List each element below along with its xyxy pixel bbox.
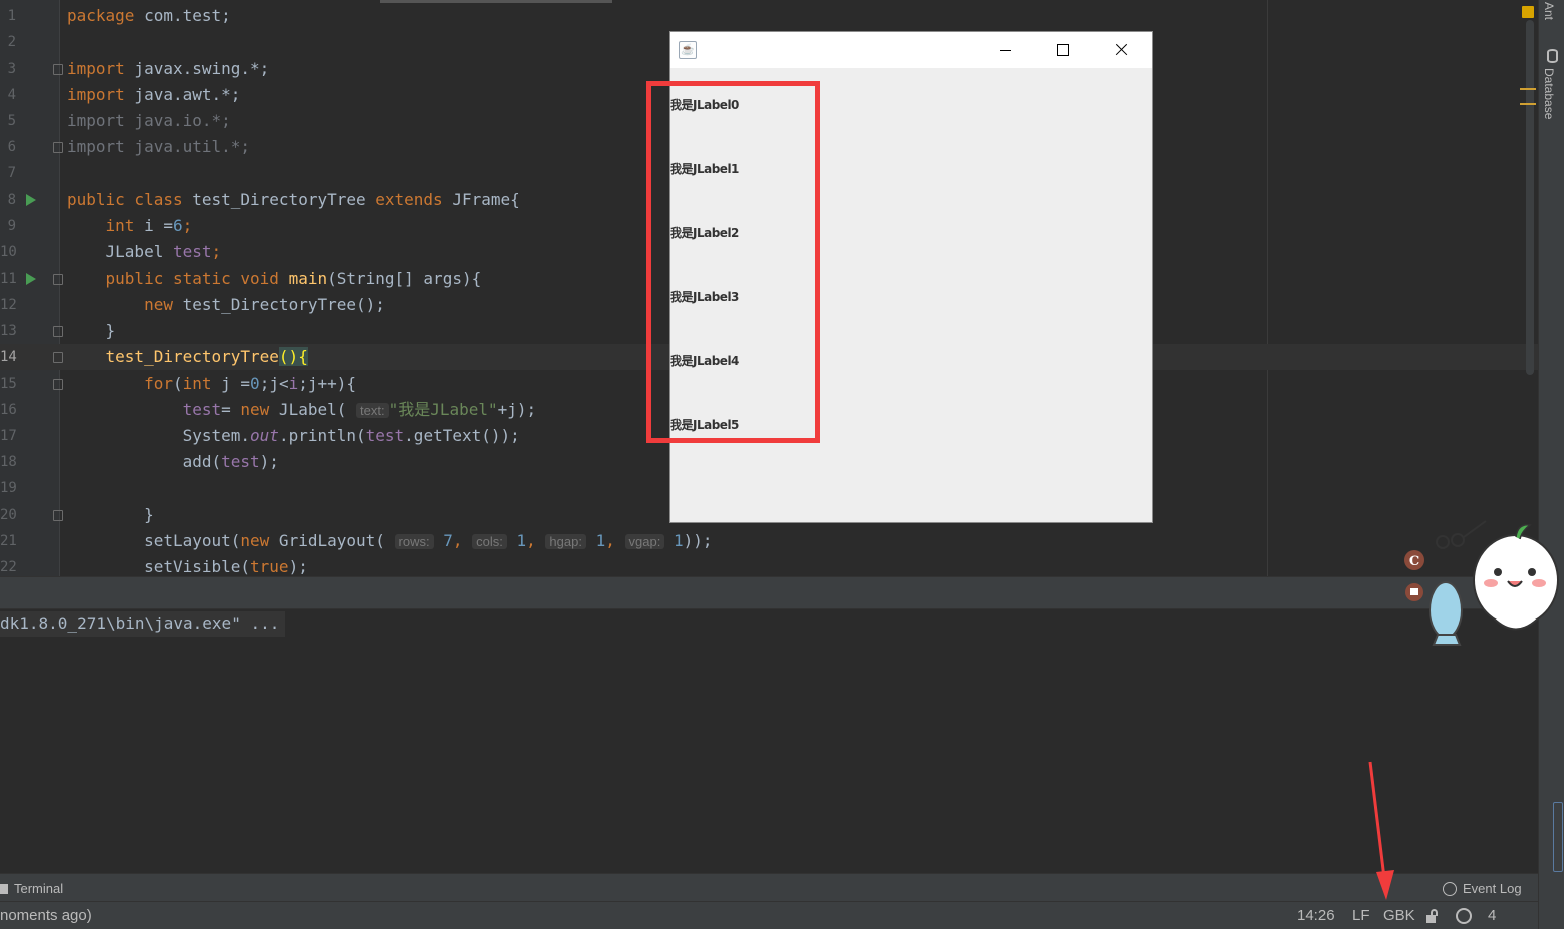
line-number: 11: [0, 271, 17, 287]
param-hint: vgap:: [624, 534, 665, 549]
indent-setting[interactable]: 4 spaces: [1488, 907, 1538, 929]
line-number: 10: [0, 244, 17, 260]
param-hint: text:: [356, 403, 389, 418]
param-hint: hgap:: [545, 534, 586, 549]
terminal-tab-label: Terminal: [14, 881, 64, 896]
code-text: JLabel test;: [67, 242, 222, 261]
code-text: setVisible(true);: [67, 557, 308, 576]
right-tool-strip: Ant Database: [1538, 0, 1564, 929]
code-text: test= new JLabel( text: "我是JLabel"+j);: [67, 400, 537, 419]
ant-tool-tab[interactable]: Ant: [1542, 2, 1556, 20]
code-text: for(int j =0;j<i;j++){: [67, 374, 357, 393]
code-text: System.out.println(test.getText());: [67, 426, 520, 445]
console-command-line: dk1.8.0_271\bin\java.exe" ...: [0, 611, 286, 637]
code-text: public static void main(String[] args){: [67, 269, 482, 288]
line-number: 14: [0, 349, 17, 365]
code-line[interactable]: 1 package com.test;: [0, 3, 1538, 29]
fold-icon[interactable]: [53, 510, 63, 521]
line-number: 6: [7, 139, 16, 155]
code-text: add(test);: [67, 452, 279, 471]
event-log-icon: [1443, 882, 1457, 896]
memory-indicator: [1553, 802, 1563, 872]
line-number: 7: [7, 165, 16, 181]
warning-stripe-marker[interactable]: [1520, 103, 1536, 105]
line-number: 16: [0, 402, 17, 418]
fold-icon[interactable]: [53, 274, 63, 285]
line-number: 19: [0, 480, 17, 496]
warning-stripe-marker[interactable]: [1520, 88, 1536, 90]
code-text: package com.test;: [67, 6, 231, 25]
code-text: import java.awt.*;: [67, 85, 241, 104]
close-button[interactable]: [1092, 32, 1150, 68]
line-number: 21: [0, 533, 17, 549]
line-number: 3: [7, 61, 16, 77]
line-number: 4: [7, 87, 16, 103]
terminal-tab[interactable]: Terminal: [0, 881, 63, 897]
line-number: 17: [0, 428, 17, 444]
database-icon: [1547, 49, 1558, 63]
run-main-icon[interactable]: [26, 273, 36, 285]
maximize-button[interactable]: [1034, 32, 1092, 68]
event-log-tab[interactable]: Event Log: [1443, 881, 1522, 897]
run-console[interactable]: dk1.8.0_271\bin\java.exe" ...: [0, 609, 1538, 873]
line-number: 9: [7, 218, 16, 234]
line-number: 15: [0, 376, 17, 392]
line-number: 12: [0, 297, 17, 313]
code-line[interactable]: 21 setLayout(new GridLayout( rows: 7, co…: [0, 528, 1538, 554]
line-number: 22: [0, 559, 17, 575]
event-log-tab-label: Event Log: [1463, 881, 1522, 896]
fold-icon[interactable]: [53, 64, 63, 75]
line-number: 5: [7, 113, 16, 129]
run-class-icon[interactable]: [26, 194, 36, 206]
line-number: 1: [7, 8, 16, 24]
line-number: 18: [0, 454, 17, 470]
tool-windows-bar: Terminal Event Log: [0, 873, 1538, 901]
fold-icon[interactable]: [53, 379, 63, 390]
run-panel-header: [0, 576, 1538, 609]
fold-icon[interactable]: [53, 326, 63, 337]
code-line[interactable]: 22 setVisible(true);: [0, 554, 1538, 576]
code-text: import javax.swing.*;: [67, 59, 270, 78]
code-text: setLayout(new GridLayout( rows: 7, cols:…: [67, 531, 713, 550]
line-number: 2: [7, 34, 16, 50]
minimize-button[interactable]: [976, 32, 1034, 68]
line-number: 20: [0, 507, 17, 523]
fold-icon[interactable]: [53, 352, 63, 363]
line-number: 8: [7, 192, 16, 208]
svg-text:C: C: [1409, 554, 1419, 569]
fold-icon[interactable]: [53, 142, 63, 153]
inspector-icon[interactable]: [1456, 908, 1472, 924]
code-text: new test_DirectoryTree();: [67, 295, 385, 314]
code-text: }: [67, 505, 154, 524]
param-hint: rows:: [394, 534, 434, 549]
annotation-highlight-box: [646, 81, 820, 443]
code-text: public class test_DirectoryTree extends …: [67, 190, 520, 209]
java-cup-icon: ☕: [679, 41, 697, 59]
line-number: 13: [0, 323, 17, 339]
mascot-sticker-icon: C: [1404, 520, 1559, 646]
editor-vertical-scrollbar[interactable]: [1526, 20, 1534, 375]
line-separator[interactable]: LF: [1352, 907, 1370, 924]
file-encoding[interactable]: GBK: [1383, 907, 1415, 924]
status-bar: noments ago) 14:26 LF GBK 4 spaces: [0, 901, 1538, 929]
inspection-status-icon[interactable]: [1522, 6, 1534, 18]
code-text: test_DirectoryTree(){: [67, 347, 308, 366]
caret-position[interactable]: 14:26: [1297, 907, 1335, 924]
database-tool-tab[interactable]: Database: [1542, 68, 1556, 119]
code-text: import java.io.*;: [67, 111, 231, 130]
window-title-bar[interactable]: ☕: [670, 32, 1152, 68]
annotation-arrow-icon: [1368, 761, 1394, 900]
unlock-icon[interactable]: [1426, 909, 1438, 923]
code-text: import java.util.*;: [67, 137, 251, 156]
terminal-icon: [0, 884, 8, 894]
status-message[interactable]: noments ago): [0, 907, 92, 924]
code-text: }: [67, 321, 116, 340]
param-hint: cols:: [472, 534, 507, 549]
code-text: int i =6;: [67, 216, 193, 235]
